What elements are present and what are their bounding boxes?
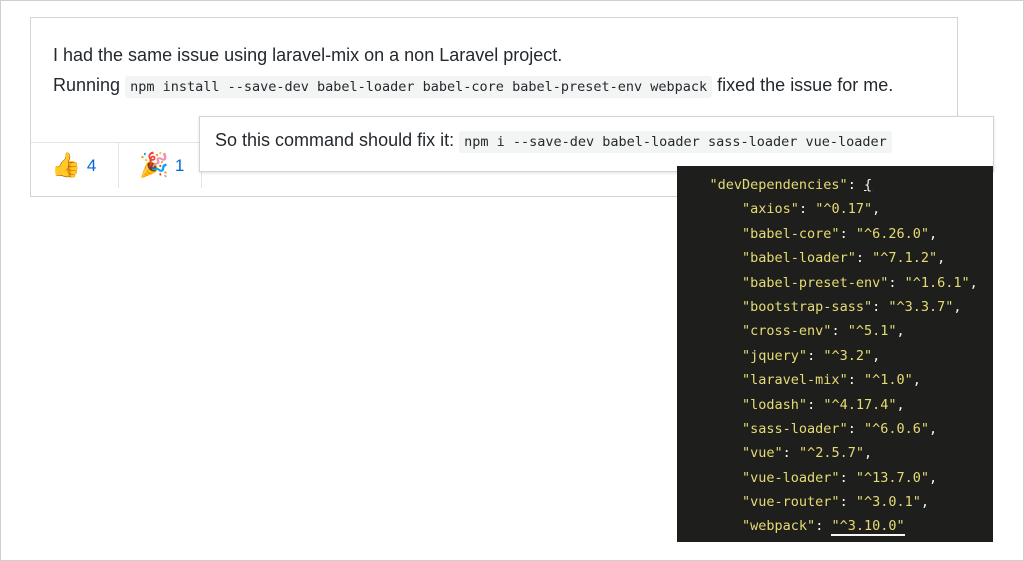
dependency-line: "vue": "^2.5.7", (742, 445, 873, 462)
hooray-count: 1 (174, 155, 185, 175)
dependency-line: "bootstrap-sass": "^3.3.7", (742, 298, 962, 315)
dependency-version: "^1.6.1" (904, 274, 970, 291)
dependency-list: "axios": "^0.17", "babel-core": "^6.26.0… (677, 197, 993, 538)
dependency-name: "bootstrap-sass" (742, 298, 873, 315)
dependency-version: "^13.7.0" (855, 469, 929, 486)
dependency-line: "jquery": "^3.2", (742, 347, 881, 364)
dependency-line: "vue-router": "^3.0.1", (742, 494, 930, 511)
dependency-version: "^7.1.2" (872, 250, 938, 267)
thumbs-up-icon: 👍 (51, 151, 81, 179)
dependency-version: "^3.3.7" (888, 298, 954, 315)
dependency-version: "^6.26.0" (855, 225, 929, 242)
dependency-version: "^5.1" (847, 323, 897, 340)
dependency-name: "babel-loader" (742, 250, 856, 267)
root-key: "devDependencies" (709, 177, 848, 193)
thumbs-up-reaction[interactable]: 👍 4 (31, 143, 119, 188)
dependency-name: "babel-core" (742, 225, 840, 242)
dependency-line: "lodash": "^4.17.4", (742, 396, 905, 413)
dependency-name: "vue-loader" (742, 469, 840, 486)
editor-line-root: "devDependencies": { (709, 177, 873, 193)
dependency-version: "^1.0" (863, 372, 913, 389)
dependency-line: "axios": "^0.17", (742, 201, 881, 218)
party-popper-icon: 🎉 (139, 151, 169, 179)
dependency-version: "^0.17" (815, 201, 873, 218)
open-brace: { (863, 177, 873, 193)
thumbs-up-count: 4 (86, 155, 97, 175)
comment-line-1: I had the same issue using laravel-mix o… (53, 45, 563, 65)
dependency-name: "laravel-mix" (742, 372, 848, 389)
dependency-line: "cross-env": "^5.1", (742, 323, 905, 340)
dependency-name: "cross-env" (742, 323, 832, 340)
dependency-name: "lodash" (742, 396, 808, 413)
dependency-version: "^3.10.0" (831, 518, 905, 537)
dependency-line: "babel-loader": "^7.1.2", (742, 250, 946, 267)
dependency-name: "vue-router" (742, 494, 840, 511)
dependency-line: "webpack": "^3.10.0" (742, 518, 905, 537)
dependency-line: "sass-loader": "^6.0.6", (742, 420, 938, 437)
command-overlay: So this command should fix it: npm i --s… (199, 116, 994, 172)
overlay-command: npm i --save-dev babel-loader sass-loade… (459, 131, 892, 153)
hooray-reaction[interactable]: 🎉 1 (119, 143, 202, 188)
dependency-line: "babel-preset-env": "^1.6.1", (742, 274, 978, 291)
install-command: npm install --save-dev babel-loader babe… (125, 76, 713, 98)
running-suffix: fixed the issue for me. (712, 75, 894, 95)
code-editor: "devDependencies": { "axios": "^0.17", "… (677, 166, 993, 542)
dependency-line: "vue-loader": "^13.7.0", (742, 469, 938, 486)
dependency-name: "vue" (742, 445, 783, 462)
comment-line-2: Running npm install --save-dev babel-loa… (53, 70, 957, 102)
dependency-name: "webpack" (742, 518, 816, 535)
overlay-text: So this command should fix it: (215, 130, 460, 150)
running-prefix: Running (53, 75, 126, 95)
dependency-version: "^6.0.6" (863, 420, 929, 437)
dependency-name: "babel-preset-env" (742, 274, 889, 291)
dependency-version: "^4.17.4" (823, 396, 897, 413)
dependency-version: "^3.2" (823, 347, 873, 364)
dependency-name: "jquery" (742, 347, 808, 364)
dependency-name: "sass-loader" (742, 420, 848, 437)
dependency-line: "laravel-mix": "^1.0", (742, 372, 921, 389)
dependency-version: "^2.5.7" (798, 445, 864, 462)
dependency-line: "babel-core": "^6.26.0", (742, 225, 938, 242)
dependency-name: "axios" (742, 201, 799, 218)
dependency-version: "^3.0.1" (855, 494, 921, 511)
